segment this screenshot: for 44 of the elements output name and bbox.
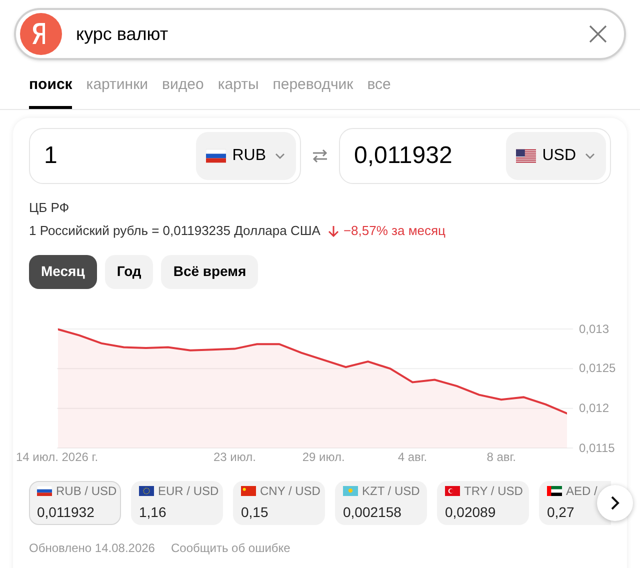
swap-icon[interactable] [311, 148, 329, 164]
search-query: курс валют [76, 22, 170, 46]
flag-icon [343, 486, 358, 496]
flag-icon [445, 486, 460, 496]
axis-label: 4 авг. [398, 450, 428, 462]
updated-text: Обновлено 14.08.2026 [29, 540, 155, 556]
period-tab[interactable]: Всё время [161, 254, 258, 288]
search-field[interactable]: курс валют [14, 8, 626, 60]
flag-icon [37, 486, 52, 496]
next-button[interactable] [597, 484, 633, 520]
axis-label: 0,0115 [579, 442, 615, 454]
change-text: −8,57% за месяц [343, 222, 446, 240]
currency-pair-card[interactable]: KZT / USD 0,002158 [335, 480, 427, 524]
flag-icon [206, 148, 226, 162]
currency-pair-card[interactable]: EUR / USD 1,16 [131, 480, 223, 524]
period-tab[interactable]: Месяц [29, 254, 97, 288]
close-icon[interactable] [588, 24, 608, 44]
axis-label: 0,012 [579, 402, 610, 414]
logo-icon [20, 13, 62, 55]
amount-field[interactable]: 0,011932 USD [339, 128, 611, 184]
period-tab[interactable]: Год [104, 254, 154, 288]
flag-icon [516, 148, 536, 162]
axis-label: 0,013 [579, 322, 610, 334]
source-label: ЦБ РФ [29, 198, 70, 217]
axis-label: 23 июл. [214, 450, 256, 462]
axis-label: 0,0125 [579, 362, 616, 374]
flag-icon [139, 486, 154, 496]
search-tab[interactable]: поиск [29, 74, 72, 108]
currency-select[interactable]: RUB [196, 132, 296, 180]
axis-label: 29 июл. [302, 450, 345, 462]
amount-value: 0,011932 [354, 140, 454, 170]
axis-label: 8 авг. [486, 450, 516, 462]
currency-pair-card[interactable]: RUB / USD 0,011932 [29, 480, 121, 524]
flag-icon [241, 486, 256, 496]
chevron-right-icon [609, 496, 621, 510]
amount-field[interactable]: 1 RUB [29, 128, 301, 184]
arrow-down-icon [328, 224, 340, 237]
amount-value: 1 [44, 140, 58, 170]
axis-label: 14 июл. 2026 г. [16, 450, 98, 462]
currency-pair-card[interactable]: CNY / USD 0,15 [233, 480, 325, 524]
flag-icon [547, 486, 562, 496]
currency-select[interactable]: USD [506, 132, 606, 180]
rate-text: 1 Российский рубль = 0,01193235 Доллара США [29, 222, 320, 240]
currency-pair-card[interactable]: TRY / USD 0,02089 [437, 480, 529, 524]
